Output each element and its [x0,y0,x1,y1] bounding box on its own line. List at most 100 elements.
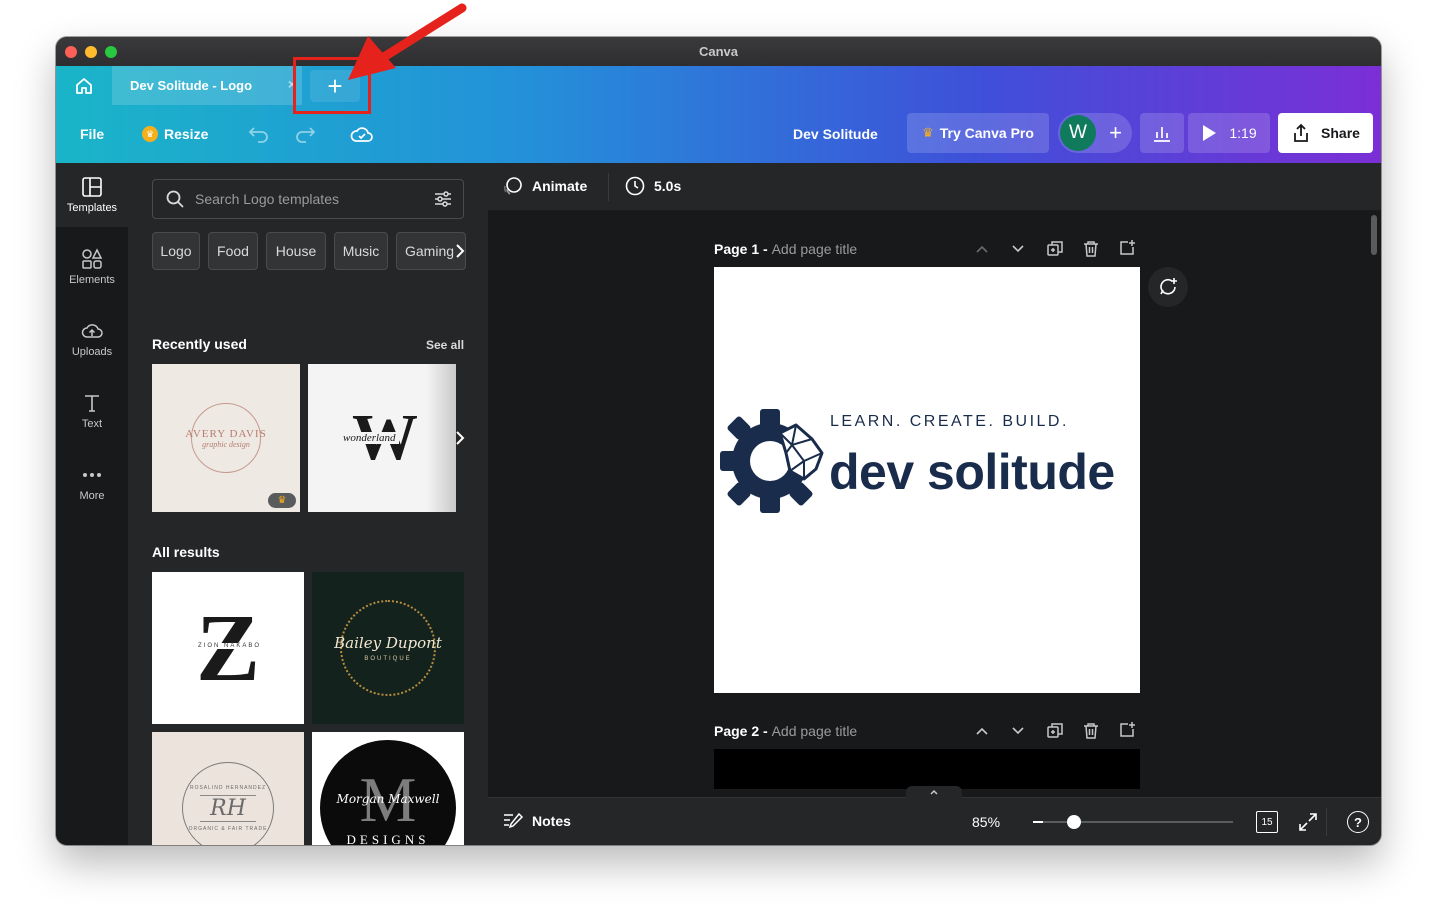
side-nav: Templates Elements Uploads Text More [56,163,128,845]
zoom-window-button[interactable] [105,46,117,58]
resize-label: Resize [164,126,209,142]
sidebar-item-templates[interactable]: Templates [56,163,128,227]
chevron-right-icon[interactable] [454,430,466,446]
undo-icon [248,127,268,143]
template-thumb-bailey[interactable]: Bailey Dupont BOUTIQUE [312,572,464,724]
redo-button[interactable] [294,119,316,149]
template-thumb-avery-davis[interactable]: AVERY DAVIS graphic design ♛ [152,364,300,512]
minimize-window-button[interactable] [85,46,97,58]
title-bar: Canva [56,37,1381,66]
logo-wordmark: dev solitude [829,444,1115,500]
sidebar-item-elements[interactable]: Elements [56,235,128,299]
resize-button[interactable]: ♛ Resize [142,119,208,149]
template-thumb-wonderland[interactable]: W wonderland [308,364,456,512]
gear-logo-icon [720,409,824,513]
morgan-name: Morgan Maxwell [336,792,440,806]
share-button[interactable]: Share [1278,113,1373,153]
notes-button[interactable]: Notes [502,811,571,831]
comment-button[interactable] [1148,267,1188,307]
crown-icon: ♛ [142,126,158,142]
home-icon [76,77,92,94]
rosalind-bottom: ORGANIC & FAIR TRADE [188,825,268,832]
template-thumb-zion[interactable]: Z ZION NAKABO [152,572,304,724]
try-pro-label: Try Canva Pro [939,125,1034,141]
pro-crown-badge: ♛ [268,493,296,508]
cloud-save-button[interactable] [350,119,374,149]
chip-music[interactable]: Music [334,232,388,270]
morgan-sub: DESIGNS [346,832,430,845]
delete-page-icon[interactable] [1082,240,1100,258]
zoom-slider[interactable] [1033,815,1233,829]
move-up-icon[interactable] [974,241,990,257]
add-page-icon[interactable] [1118,239,1136,257]
zoom-level[interactable]: 85% [972,814,1000,830]
cloud-check-icon [350,127,373,142]
header: Dev Solitude - Logo × + File ♛ Resize De… [56,66,1381,163]
editor-toolbar: File ♛ Resize Dev Solitude ♛ Try Canva P… [56,105,1381,163]
present-time: 1:19 [1229,125,1257,141]
move-down-icon[interactable] [1010,241,1026,257]
rosalind-logo: ROSALIND HERNANDEZ RH ORGANIC & FAIR TRA… [182,762,274,845]
page-count-button[interactable]: 15 [1256,811,1278,833]
collaborators: W + [1058,113,1132,153]
sidebar-label: Templates [66,202,118,214]
chip-house[interactable]: House [266,232,326,270]
zion-name: ZION NAKABO [196,643,264,649]
app-window: Canva Dev Solitude - Logo × + File ♛ Res… [56,37,1381,845]
duration-button[interactable]: 5.0s [624,175,681,197]
tab-label: Dev Solitude - Logo [130,78,253,93]
see-all-link[interactable]: See all [426,338,464,352]
add-people-button[interactable]: + [1109,120,1122,146]
page-1-label: Page 1 - [714,241,768,257]
fullscreen-icon[interactable] [1298,812,1318,832]
bottom-bar: Notes 85% 15 ? [488,786,1381,845]
move-down-icon[interactable] [1010,723,1026,739]
page-2-canvas[interactable] [714,749,1140,789]
undo-button[interactable] [248,119,270,149]
file-menu-button[interactable]: File [80,119,104,149]
zoom-slider-thumb[interactable] [1067,815,1081,829]
search-icon [166,190,184,208]
help-button[interactable]: ? [1347,811,1369,833]
insights-button[interactable] [1140,113,1184,153]
present-button[interactable]: 1:19 [1188,113,1270,153]
try-canva-pro-button[interactable]: ♛ Try Canva Pro [907,113,1049,153]
bailey-logo: Bailey Dupont BOUTIQUE [334,600,442,696]
page-1-title-input[interactable]: Add page title [772,241,858,257]
tab-dev-solitude-logo[interactable]: Dev Solitude - Logo × [112,66,302,105]
search-box [152,179,464,219]
chevron-right-icon[interactable] [454,243,466,259]
template-thumb-rosalind[interactable]: ROSALIND HERNANDEZ RH ORGANIC & FAIR TRA… [152,732,304,845]
design-name[interactable]: Dev Solitude [793,119,878,149]
duplicate-page-icon[interactable] [1046,240,1064,258]
text-icon [85,395,99,412]
chip-logo[interactable]: Logo [152,232,200,270]
vertical-scrollbar[interactable] [1371,215,1377,255]
search-input[interactable] [195,191,415,207]
home-tab[interactable] [56,66,112,105]
wonderland-word: wonderland [340,432,399,444]
add-comment-icon [1160,278,1177,295]
expand-pages-button[interactable] [906,786,962,798]
chip-food[interactable]: Food [208,232,258,270]
duplicate-page-icon[interactable] [1046,722,1064,740]
filter-icon[interactable] [433,189,453,209]
avery-name: AVERY DAVIS [185,427,267,440]
sidebar-item-more[interactable]: More [56,451,128,515]
bailey-sub: BOUTIQUE [364,656,412,662]
animate-button[interactable]: Animate [502,175,587,197]
page-1-canvas[interactable]: LEARN. CREATE. BUILD. dev solitude [714,267,1140,693]
sidebar-item-uploads[interactable]: Uploads [56,307,128,371]
sidebar-item-text[interactable]: Text [56,379,128,443]
page-2-title-input[interactable]: Add page title [772,723,858,739]
rosalind-top: ROSALIND HERNANDEZ [189,784,267,791]
notes-label: Notes [532,813,571,829]
all-results-heading: All results [152,544,220,560]
template-thumb-morgan[interactable]: M Morgan Maxwell DESIGNS [312,732,464,845]
add-page-icon[interactable] [1118,721,1136,739]
move-up-icon[interactable] [974,723,990,739]
morgan-logo: M Morgan Maxwell DESIGNS [320,740,456,845]
delete-page-icon[interactable] [1082,722,1100,740]
close-window-button[interactable] [65,46,77,58]
avatar[interactable]: W [1060,115,1096,151]
